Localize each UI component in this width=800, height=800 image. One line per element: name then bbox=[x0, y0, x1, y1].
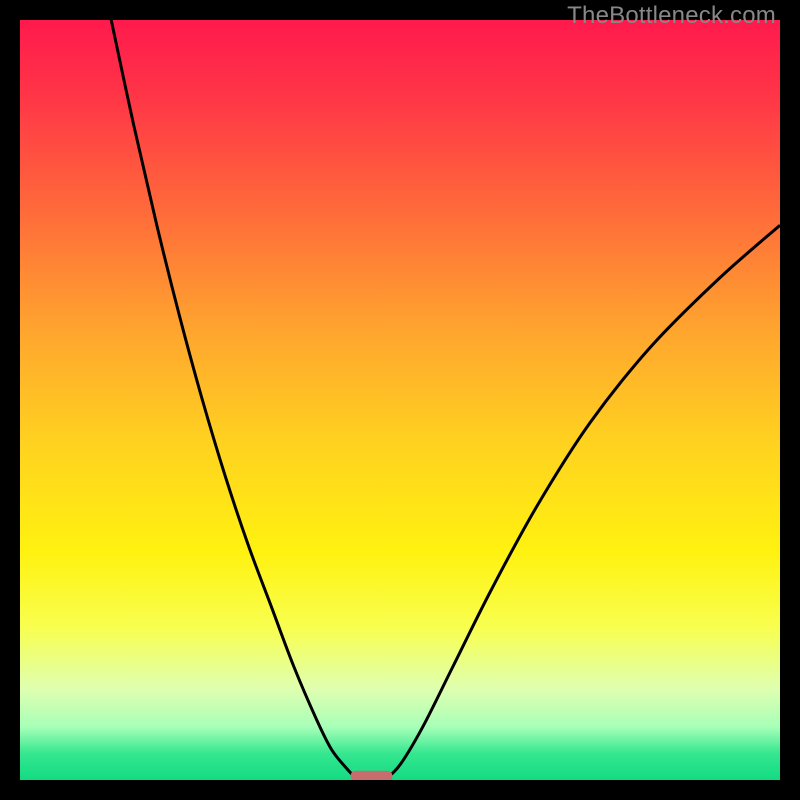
chart-frame bbox=[20, 20, 780, 780]
bottleneck-chart bbox=[20, 20, 780, 780]
bottleneck-marker bbox=[351, 771, 393, 780]
watermark-text: TheBottleneck.com bbox=[567, 2, 776, 30]
gradient-background bbox=[20, 20, 780, 780]
